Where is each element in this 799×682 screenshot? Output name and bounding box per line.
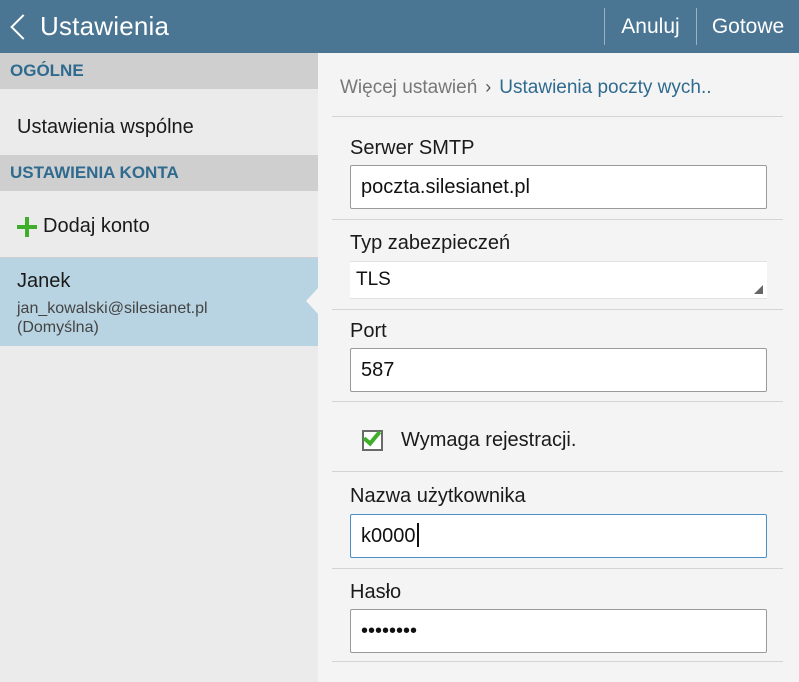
text-cursor <box>416 523 419 547</box>
username-value: k0000 <box>361 525 416 547</box>
smtp-server-input[interactable]: poczta.silesianet.pl <box>350 165 767 209</box>
security-type-value: TLS <box>356 269 391 290</box>
breadcrumb: Więcej ustawień › Ustawienia poczty wych.. <box>340 77 712 99</box>
username-label: Nazwa użytkownika <box>350 485 526 507</box>
password-input[interactable]: •••••••• <box>350 609 767 653</box>
done-button[interactable]: Gotowe <box>697 0 799 53</box>
breadcrumb-current: Ustawienia poczty wych.. <box>499 77 712 98</box>
dropdown-corner-icon <box>754 285 763 294</box>
divider <box>332 401 783 402</box>
cancel-button[interactable]: Anuluj <box>605 0 696 53</box>
settings-detail-panel: Więcej ustawień › Ustawienia poczty wych..… <box>318 53 799 682</box>
sidebar-item-account[interactable]: Janek jan_kowalski@silesianet.pl (Domyśl… <box>0 258 318 346</box>
account-email: jan_kowalski@silesianet.pl <box>17 300 208 317</box>
password-label: Hasło <box>350 581 402 603</box>
username-input[interactable]: k0000 <box>350 514 767 558</box>
divider <box>332 116 783 117</box>
settings-sidebar: OGÓLNE Ustawienia wspólne USTAWIENIA KON… <box>0 53 318 682</box>
require-auth-label: Wymaga rejestracji. <box>401 428 577 451</box>
require-auth-checkbox[interactable] <box>362 426 383 451</box>
account-default-tag: (Domyślna) <box>17 319 99 336</box>
action-bar: Ustawienia Anuluj Gotowe <box>0 0 799 53</box>
divider <box>332 661 783 662</box>
divider <box>332 471 783 472</box>
security-type-select[interactable]: TLS <box>350 261 767 299</box>
require-auth-row[interactable]: Wymaga rejestracji. <box>362 425 576 455</box>
chevron-right-icon: › <box>485 77 492 97</box>
breadcrumb-parent[interactable]: Więcej ustawień <box>340 77 477 98</box>
checkmark-icon <box>362 426 382 446</box>
plus-icon <box>17 216 37 237</box>
account-name: Janek <box>17 270 71 292</box>
divider <box>332 568 783 569</box>
divider <box>332 309 783 310</box>
page-title: Ustawienia <box>40 11 170 41</box>
sidebar-item-common-settings[interactable]: Ustawienia wspólne <box>0 99 318 155</box>
section-header-general: OGÓLNE <box>0 53 318 89</box>
back-button[interactable]: Ustawienia <box>0 0 190 53</box>
port-label: Port <box>350 320 387 342</box>
sidebar-item-add-account[interactable]: Dodaj konto <box>0 201 318 251</box>
add-account-label: Dodaj konto <box>43 215 150 237</box>
section-header-account: USTAWIENIA KONTA <box>0 155 318 191</box>
divider <box>332 219 783 220</box>
smtp-server-label: Serwer SMTP <box>350 137 475 159</box>
security-type-label: Typ zabezpieczeń <box>350 232 511 254</box>
chevron-left-icon <box>10 13 36 40</box>
port-input[interactable]: 587 <box>350 348 767 392</box>
